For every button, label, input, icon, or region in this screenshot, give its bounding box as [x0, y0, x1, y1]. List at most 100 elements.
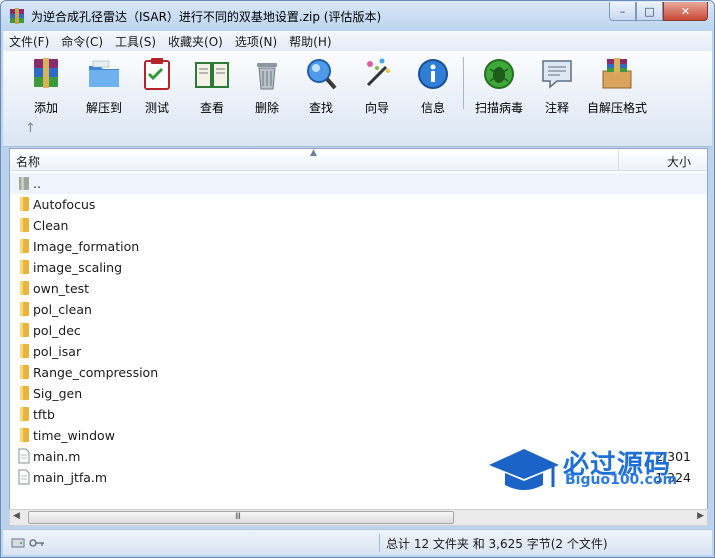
file-name: Autofocus: [33, 197, 96, 212]
virus-scan-icon: [484, 59, 514, 89]
file-name: main_jtfa.m: [33, 470, 108, 485]
file-name: tftb: [33, 407, 55, 422]
view-icon: [195, 62, 229, 88]
file-name: Range_compression: [33, 365, 159, 380]
name-column-header[interactable]: 名称: [16, 153, 40, 170]
extract-to-button[interactable]: 解压到: [77, 55, 131, 115]
key-icon[interactable]: [29, 536, 45, 550]
file-rows: .. Autofocus Clean Image_formation image: [10, 173, 707, 488]
list-item[interactable]: Image_formation: [10, 236, 707, 257]
list-item-parent[interactable]: ..: [10, 173, 707, 194]
list-item[interactable]: image_scaling: [10, 257, 707, 278]
close-button[interactable]: ✕: [663, 2, 708, 21]
menu-help[interactable]: 帮助(H): [283, 33, 337, 50]
folder-icon: [20, 260, 29, 274]
status-separator: [379, 534, 380, 552]
add-button[interactable]: 添加: [21, 55, 71, 115]
toolbar-separator: [463, 57, 464, 109]
document-icon: [18, 448, 30, 464]
delete-button[interactable]: 删除: [247, 55, 287, 115]
status-summary: 总计 12 文件夹 和 3,625 字节(2 个文件): [386, 537, 608, 551]
drive-icon[interactable]: [11, 536, 25, 550]
horizontal-scrollbar[interactable]: ◀ III ▶: [9, 509, 708, 526]
size-column-header[interactable]: 大小: [667, 153, 691, 170]
info-button[interactable]: 信息: [413, 55, 453, 115]
file-name: image_scaling: [33, 260, 123, 275]
file-name: pol_dec: [33, 323, 81, 338]
folder-icon: [20, 218, 29, 232]
virus-scan-label: 扫描病毒: [474, 101, 523, 115]
menu-tools[interactable]: 工具(S): [109, 33, 162, 50]
folder-icon: [20, 323, 29, 337]
list-item[interactable]: own_test: [10, 278, 707, 299]
wizard-label: 向导: [364, 101, 389, 115]
list-item[interactable]: Range_compression: [10, 362, 707, 383]
folder-icon: [20, 428, 29, 442]
list-item[interactable]: Clean: [10, 215, 707, 236]
minimize-button[interactable]: –: [609, 2, 636, 21]
list-item[interactable]: Sig_gen: [10, 383, 707, 404]
file-name: own_test: [33, 281, 90, 296]
find-button[interactable]: 查找: [301, 55, 341, 115]
delete-icon: [257, 63, 277, 90]
parent-folder-icon: [19, 177, 29, 190]
menu-bar: 文件(F) 命令(C) 工具(S) 收藏夹(O) 选项(N) 帮助(H): [3, 31, 712, 51]
folder-icon: [20, 365, 29, 379]
watermark-logo: 必过源码 Biguo100.com: [485, 443, 695, 501]
up-folder-arrow-icon[interactable]: ↑: [25, 121, 36, 136]
info-label: 信息: [420, 101, 445, 115]
column-divider[interactable]: [618, 149, 619, 171]
sfx-button[interactable]: 自解压格式: [587, 55, 647, 115]
list-item[interactable]: pol_dec: [10, 320, 707, 341]
sfx-icon: [602, 58, 632, 89]
folder-icon: [20, 281, 29, 295]
graduation-cap-icon: [489, 449, 559, 490]
folder-icon: [20, 386, 29, 400]
folder-icon: [20, 239, 29, 253]
extract-to-label: 解压到: [85, 101, 122, 115]
list-item[interactable]: Autofocus: [10, 194, 707, 215]
winrar-app-icon: [10, 8, 24, 24]
scroll-right-arrow-icon[interactable]: ▶: [697, 511, 704, 521]
folder-icon: [20, 407, 29, 421]
watermark-url: Biguo100.com: [565, 472, 678, 488]
comment-label: 注释: [544, 101, 569, 115]
test-label: 测试: [144, 101, 169, 115]
scroll-grip-icon: III: [235, 512, 241, 522]
folder-icon: [20, 344, 29, 358]
add-label: 添加: [33, 101, 58, 115]
comment-button[interactable]: 注释: [535, 55, 579, 115]
comment-icon: [542, 60, 572, 89]
maximize-button[interactable]: □: [636, 2, 663, 21]
menu-commands[interactable]: 命令(C): [55, 33, 109, 50]
scroll-left-arrow-icon[interactable]: ◀: [13, 511, 20, 521]
folder-icon: [20, 302, 29, 316]
wizard-icon: [366, 58, 390, 87]
title-bar[interactable]: 为逆合成孔径雷达（ISAR）进行不同的双基地设置.zip (评估版本) – □ …: [1, 1, 714, 31]
file-name: pol_isar: [33, 344, 82, 359]
menu-favorites[interactable]: 收藏夹(O): [162, 33, 229, 50]
scroll-thumb[interactable]: III: [28, 511, 454, 524]
test-button[interactable]: 测试: [137, 55, 177, 115]
wizard-button[interactable]: 向导: [357, 55, 397, 115]
list-item[interactable]: tftb: [10, 404, 707, 425]
menu-options[interactable]: 选项(N): [229, 33, 283, 50]
menu-file[interactable]: 文件(F): [3, 33, 55, 50]
toolbar: 添加 解压到 测试 查看 删除 查找 向导 信息 扫描病毒 注释 自解压格式 ↑: [3, 51, 712, 147]
list-item[interactable]: pol_isar: [10, 341, 707, 362]
folder-icon: [20, 197, 29, 211]
window-title: 为逆合成孔径雷达（ISAR）进行不同的双基地设置.zip (评估版本): [31, 10, 382, 24]
sort-indicator-icon: ▲: [310, 148, 317, 158]
test-icon: [144, 58, 170, 90]
virus-scan-button[interactable]: 扫描病毒: [471, 55, 527, 115]
view-button[interactable]: 查看: [189, 55, 235, 115]
sfx-label: 自解压格式: [587, 101, 648, 115]
column-header: 名称 ▲ 大小: [10, 148, 707, 171]
status-bar: 总计 12 文件夹 和 3,625 字节(2 个文件): [3, 529, 712, 555]
find-icon: [307, 59, 337, 90]
info-icon: [418, 59, 448, 89]
find-label: 查找: [308, 101, 333, 115]
file-name: Image_formation: [33, 239, 140, 254]
list-item[interactable]: pol_clean: [10, 299, 707, 320]
delete-label: 删除: [254, 101, 279, 115]
